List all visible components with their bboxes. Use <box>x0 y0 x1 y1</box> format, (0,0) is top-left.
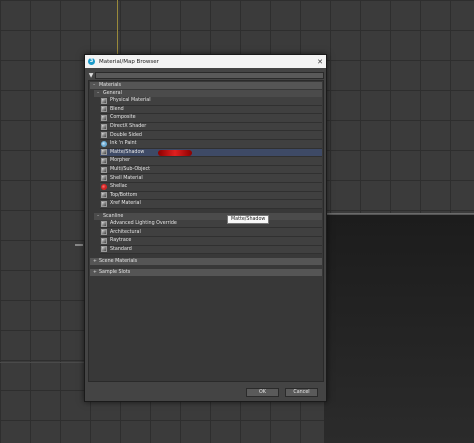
list-item-shell-material[interactable]: Shell Material <box>100 174 322 183</box>
list-item-architectural[interactable]: Architectural <box>100 228 322 237</box>
item-label: DirectX Shader <box>110 124 147 130</box>
highlight-marker <box>158 149 192 156</box>
search-input[interactable] <box>95 71 324 79</box>
subsection-label: General <box>103 91 122 96</box>
browser-list-panel[interactable]: – Materials – General Physical Material … <box>88 80 324 382</box>
item-label: Composite <box>110 115 136 121</box>
material-sphere-icon <box>101 114 107 121</box>
material-sphere-icon <box>101 192 107 199</box>
section-materials[interactable]: – Materials <box>90 82 322 89</box>
ok-button[interactable]: OK <box>246 388 279 397</box>
material-sphere-icon <box>101 106 107 113</box>
item-label: Physical Material <box>110 98 151 104</box>
section-label: Materials <box>99 83 121 88</box>
dialog-footer: OK Cancel <box>85 384 326 401</box>
material-sphere-icon <box>101 123 107 130</box>
close-icon[interactable]: ✕ <box>314 58 326 66</box>
list-item-standard[interactable]: Standard <box>100 245 322 255</box>
material-sphere-icon <box>101 132 107 139</box>
list-item-physical-material[interactable]: Physical Material <box>100 97 322 106</box>
viewport-axis-line <box>117 0 118 56</box>
list-item-morpher[interactable]: Morpher <box>100 157 322 166</box>
list-item-raytrace[interactable]: Raytrace <box>100 236 322 246</box>
list-item-ink-n-paint[interactable]: Ink 'n Paint <box>100 139 322 149</box>
ink-paint-icon <box>101 140 107 147</box>
item-label: Morpher <box>110 158 131 164</box>
material-sphere-icon <box>101 97 107 104</box>
list-item-xref-material[interactable]: Xref Material <box>100 200 322 209</box>
list-item-directx-shader[interactable]: DirectX Shader <box>100 122 322 132</box>
material-map-browser-dialog: 3 Material/Map Browser ✕ ▼ – Materials –… <box>84 54 327 402</box>
viewport-horizon-line <box>0 362 84 363</box>
cancel-button[interactable]: Cancel <box>285 388 318 397</box>
window-title: Material/Map Browser <box>99 58 159 65</box>
material-sphere-icon <box>101 149 107 156</box>
item-label: Shell Material <box>110 175 143 181</box>
subsection-label: Scanline <box>103 213 124 219</box>
title-bar[interactable]: 3 Material/Map Browser ✕ <box>85 55 326 68</box>
section-scene-materials[interactable]: + Scene Materials <box>90 258 322 266</box>
material-sphere-icon <box>101 166 107 173</box>
material-sphere-icon <box>101 200 107 207</box>
material-sphere-icon <box>101 220 107 227</box>
list-item-composite[interactable]: Composite <box>100 114 322 123</box>
subsection-general[interactable]: – General <box>94 90 322 97</box>
viewport-mark <box>75 244 83 246</box>
material-sphere-icon <box>101 237 107 244</box>
app-logo-icon: 3 <box>88 58 95 65</box>
material-sphere-icon <box>101 157 107 164</box>
list-item-advanced-lighting-override[interactable]: Advanced Lighting Override <box>100 219 322 229</box>
list-item-multi-sub-object[interactable]: Multi/Sub-Object <box>100 165 322 175</box>
list-item-top-bottom[interactable]: Top/Bottom <box>100 191 322 201</box>
list-item-double-sided[interactable]: Double Sided <box>100 131 322 140</box>
viewport-floor <box>324 214 474 443</box>
section-label: Scene Materials <box>99 259 138 265</box>
section-sample-slots[interactable]: + Sample Slots <box>90 269 322 277</box>
material-sphere-icon <box>101 229 107 236</box>
list-item-blend[interactable]: Blend <box>100 105 322 115</box>
tooltip: Matte/Shadow <box>227 215 270 224</box>
material-sphere-icon <box>101 175 107 182</box>
section-label: Sample Slots <box>99 270 131 276</box>
list-item-shellac[interactable]: Shellac <box>100 182 322 192</box>
item-label: Advanced Lighting Override <box>110 221 177 227</box>
shellac-icon <box>101 183 107 190</box>
item-label: Double Sided <box>110 132 142 138</box>
item-label: Standard <box>110 246 132 252</box>
subsection-scanline[interactable]: – Scanline <box>94 212 322 220</box>
material-sphere-icon <box>101 246 107 253</box>
search-row: ▼ <box>87 70 324 80</box>
item-label: Multi/Sub-Object <box>110 167 150 173</box>
item-label: Top/Bottom <box>110 192 138 198</box>
item-label: Matte/Shadow <box>110 149 145 155</box>
options-dropdown-icon[interactable]: ▼ <box>87 72 95 79</box>
list-item-matte-shadow[interactable]: Matte/Shadow <box>100 148 322 158</box>
item-label: Ink 'n Paint <box>110 141 137 147</box>
item-label: Raytrace <box>110 238 132 244</box>
item-label: Shellac <box>110 184 128 190</box>
item-label: Xref Material <box>110 201 141 207</box>
item-label: Blend <box>110 106 124 112</box>
item-label: Architectural <box>110 229 141 235</box>
